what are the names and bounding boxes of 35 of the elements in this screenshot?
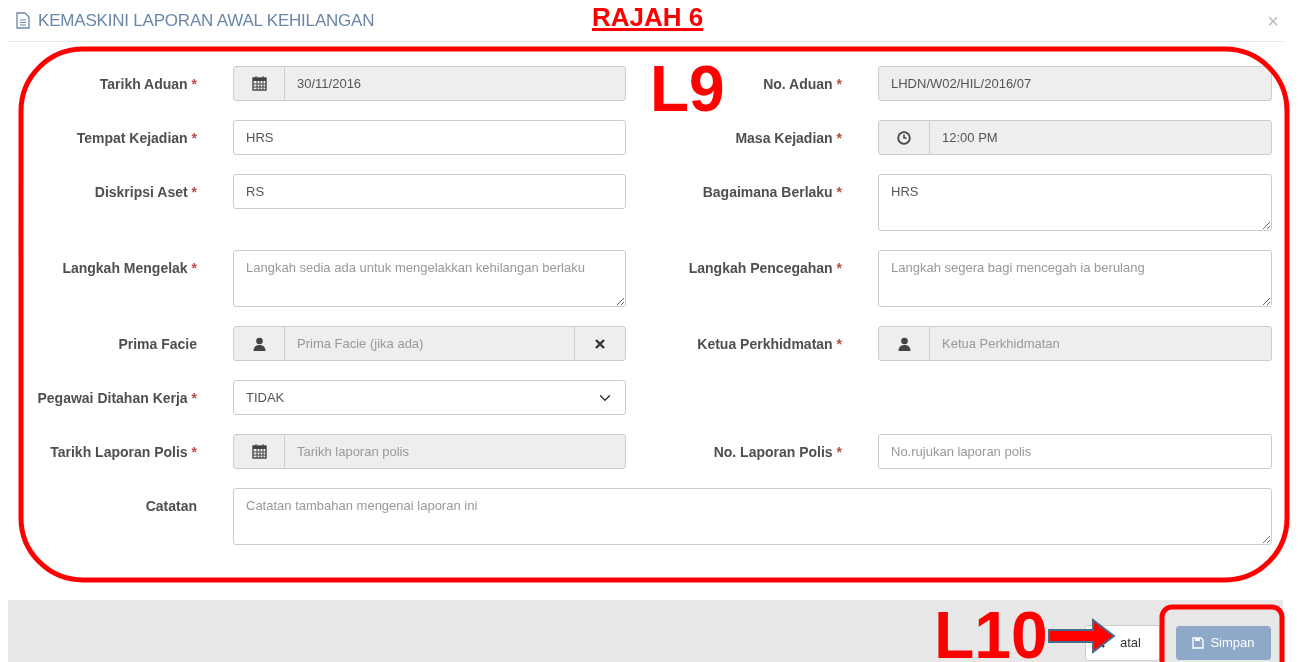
field-label: Tarikh Laporan Polis *	[50, 444, 197, 460]
field-label: Tarikh Aduan *	[99, 76, 197, 92]
dropdown[interactable]: TIDAK	[233, 380, 626, 415]
field-label: Tempat Kejadian *	[76, 130, 197, 146]
modal-title: KEMASKINI LAPORAN AWAL KEHILANGAN	[38, 9, 375, 32]
input-field[interactable]: No.rujukan laporan polis	[878, 434, 1272, 469]
document-icon	[16, 12, 30, 29]
user-icon	[897, 336, 911, 351]
field-label: Langkah Mengelak *	[62, 260, 197, 276]
close-icon	[595, 338, 605, 349]
field-label: Masa Kejadian *	[735, 130, 842, 146]
clock-icon	[897, 130, 911, 145]
field-label: Prima Facie	[118, 336, 197, 352]
field-label: Catatan	[145, 498, 197, 514]
field-label: Ketua Perkhidmatan *	[697, 336, 842, 352]
field-label: Pegawai Ditahan Kerja *	[37, 390, 197, 406]
text-area[interactable]: Langkah sedia ada untuk mengelakkan kehilangan berlaku	[233, 250, 626, 307]
field-label: Langkah Pencegahan *	[688, 260, 842, 276]
calendar-icon	[251, 444, 267, 459]
callout-label: L10	[934, 602, 1048, 662]
user-icon	[252, 336, 266, 351]
field-label: No. Aduan *	[763, 76, 842, 92]
callout-label: L9	[650, 57, 725, 121]
figure-caption: RAJAH 6	[592, 4, 704, 30]
text-area[interactable]: HRS	[878, 174, 1272, 231]
input-field[interactable]: HRS	[233, 120, 626, 155]
text-area[interactable]: Catatan tambahan mengenai laporan ini	[233, 488, 1272, 545]
field-label: Bagaimana Berlaku *	[702, 184, 842, 200]
text-area[interactable]: Langkah segera bagi mencegah ia berulang	[878, 250, 1272, 307]
field-label: No. Laporan Polis *	[713, 444, 842, 460]
calendar-icon	[251, 76, 267, 91]
arrow-icon	[1048, 618, 1116, 654]
floppy-icon	[1192, 637, 1205, 649]
field-label: Diskripsi Aset *	[94, 184, 197, 200]
input-field[interactable]: RS	[233, 174, 626, 209]
